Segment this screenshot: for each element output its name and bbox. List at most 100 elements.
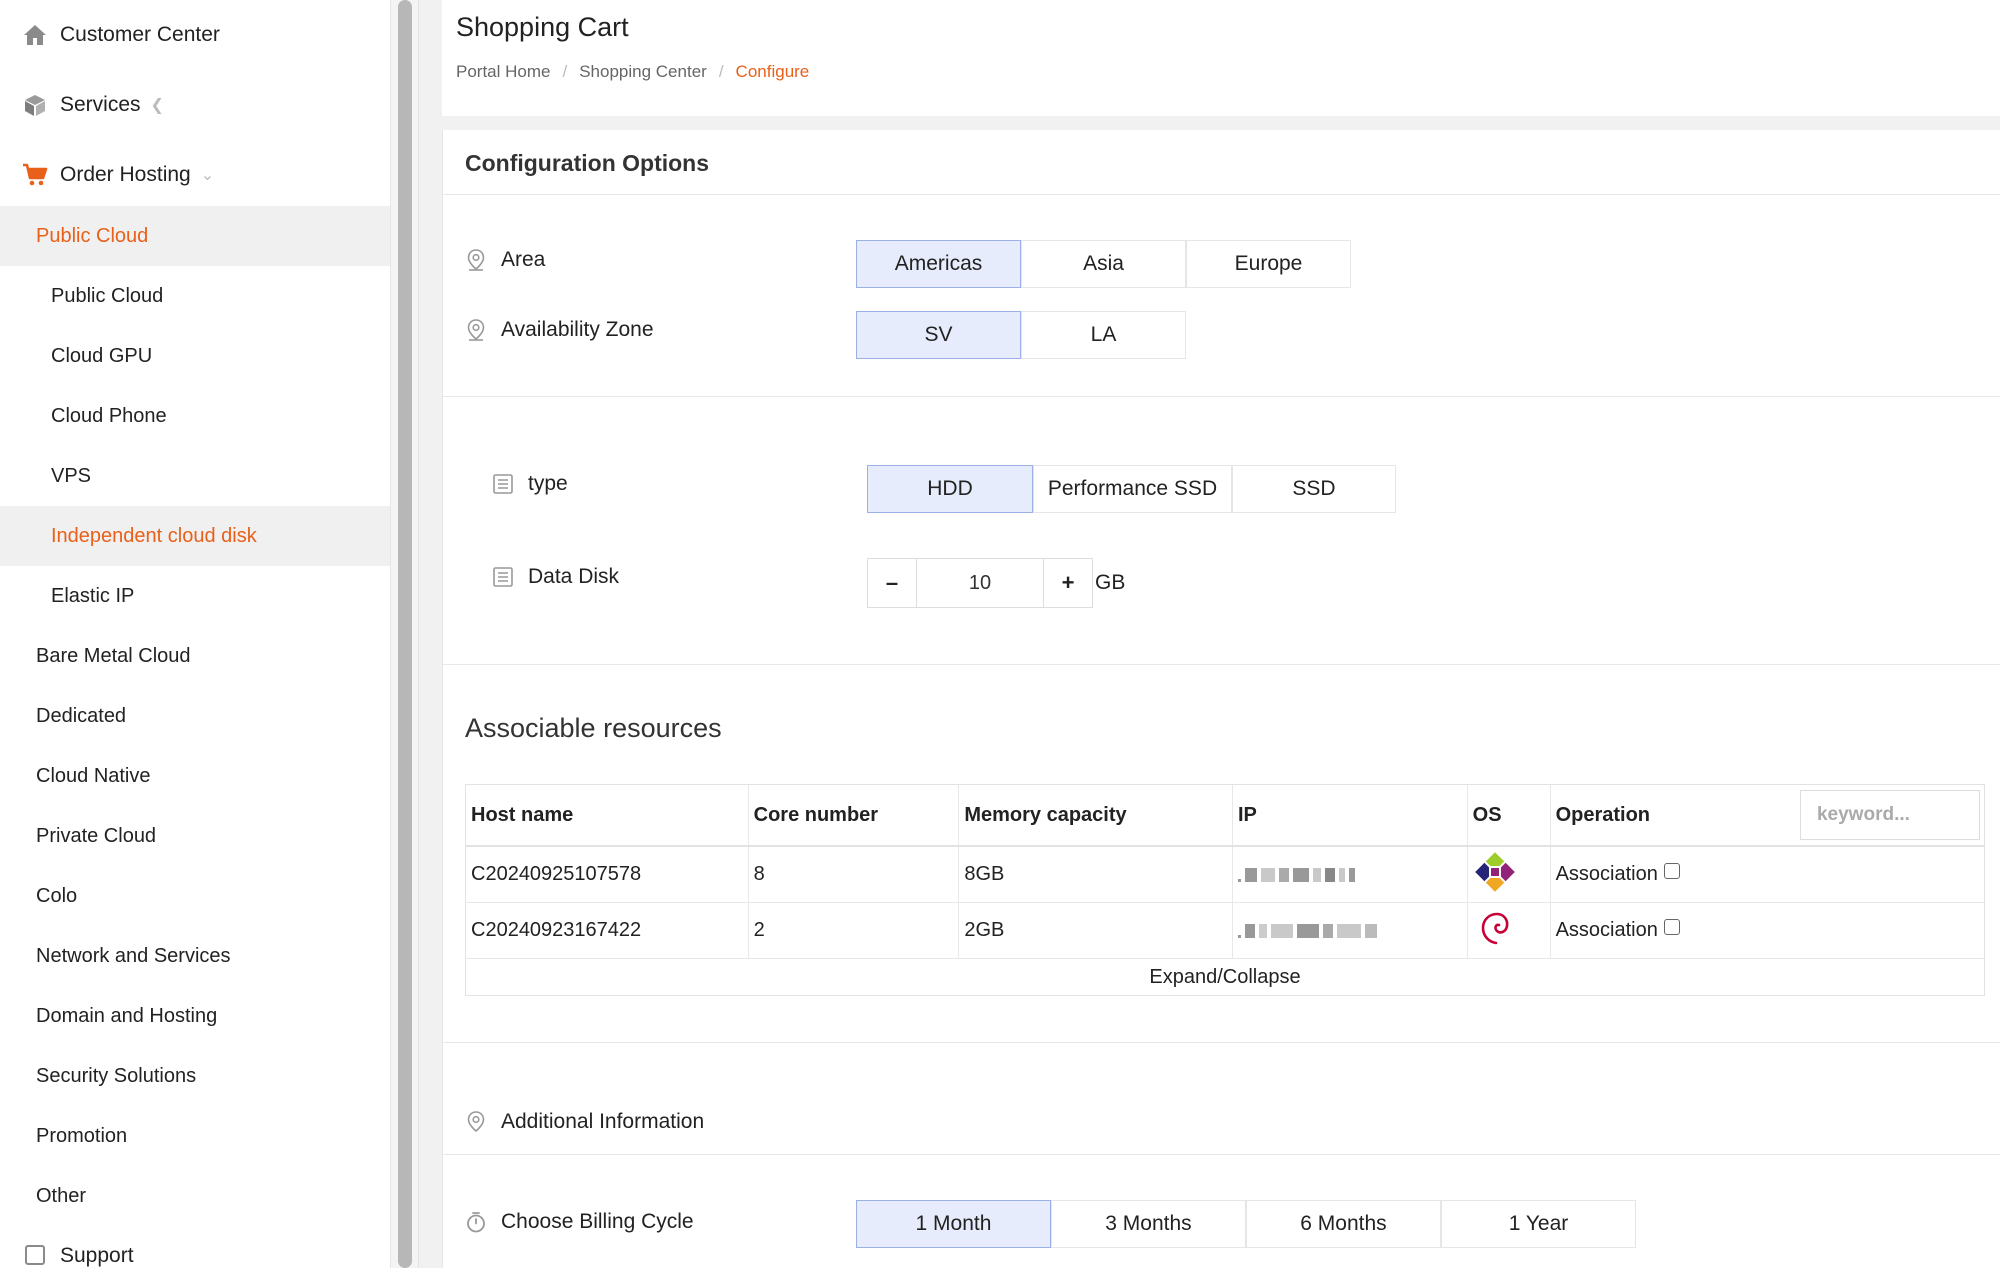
- increment-button[interactable]: +: [1043, 558, 1093, 608]
- breadcrumb-portal-home[interactable]: Portal Home: [456, 62, 550, 82]
- sidebar-item-cloud-native[interactable]: Cloud Native: [0, 746, 390, 806]
- sidebar-item-cloud-phone[interactable]: Cloud Phone: [0, 386, 390, 446]
- scrollbar-thumb[interactable]: [398, 0, 412, 1268]
- sidebar-item-support[interactable]: Support: [0, 1226, 390, 1268]
- type-label-text: type: [528, 472, 568, 495]
- location-pin-icon: [465, 249, 487, 271]
- operation-cell: Association: [1551, 903, 1984, 958]
- billing-option-6-months[interactable]: 6 Months: [1246, 1200, 1441, 1248]
- sidebar-item-private-cloud[interactable]: Private Cloud: [0, 806, 390, 866]
- configuration-card: Configuration Options Area Americas Asia…: [442, 130, 2000, 1268]
- sidebar-scrollbar[interactable]: [390, 0, 418, 1268]
- os-cell: [1468, 847, 1551, 902]
- cart-icon: [22, 162, 48, 188]
- section-title-configuration-options: Configuration Options: [465, 150, 710, 176]
- type-option-performance-ssd[interactable]: Performance SSD: [1033, 465, 1232, 513]
- type-option-hdd[interactable]: HDD: [867, 465, 1033, 513]
- billing-option-1-year[interactable]: 1 Year: [1441, 1200, 1636, 1248]
- availability-zone-label-text: Availability Zone: [501, 318, 654, 341]
- chevron-down-icon: ⌄: [200, 167, 215, 184]
- sidebar-item-other[interactable]: Other: [0, 1166, 390, 1226]
- keyword-search-input[interactable]: [1799, 790, 1980, 840]
- home-icon: [22, 22, 48, 48]
- data-disk-stepper: – 10 + GB: [867, 558, 1125, 608]
- column-header-memory-capacity: Memory capacity: [959, 785, 1233, 845]
- sidebar-item-label: Services: [60, 93, 141, 116]
- column-header-operation-label: Operation: [1555, 803, 1651, 826]
- page-header: Shopping Cart Portal Home / Shopping Cen…: [442, 0, 2000, 116]
- zone-option-sv[interactable]: SV: [856, 311, 1021, 359]
- cube-icon: [22, 92, 48, 118]
- sidebar-item-promotion[interactable]: Promotion: [0, 1106, 390, 1166]
- ip-cell-redacted: [1233, 903, 1468, 958]
- sidebar-item-bare-metal-cloud[interactable]: Bare Metal Cloud: [0, 626, 390, 686]
- breadcrumb: Portal Home / Shopping Center / Configur…: [456, 62, 809, 82]
- billing-option-3-months[interactable]: 3 Months: [1051, 1200, 1246, 1248]
- host-name-cell: C20240925107578: [466, 847, 749, 902]
- data-disk-input[interactable]: 10: [917, 558, 1043, 608]
- breadcrumb-separator: /: [562, 62, 568, 81]
- sidebar-item-independent-cloud-disk[interactable]: Independent cloud disk: [0, 506, 390, 566]
- sidebar-item-security-solutions[interactable]: Security Solutions: [0, 1046, 390, 1106]
- memory-cell: 8GB: [959, 847, 1233, 902]
- sidebar-item-dedicated[interactable]: Dedicated: [0, 686, 390, 746]
- list-icon: [492, 473, 514, 495]
- data-disk-unit: GB: [1095, 571, 1126, 594]
- additional-information-label: Additional Information: [465, 1110, 704, 1134]
- sidebar-item-network-and-services[interactable]: Network and Services: [0, 926, 390, 986]
- list-icon: [492, 566, 514, 588]
- breadcrumb-separator: /: [718, 62, 724, 81]
- host-name-cell: C20240923167422: [466, 903, 749, 958]
- association-label: Association: [1555, 863, 1658, 885]
- decrement-button[interactable]: –: [867, 558, 917, 608]
- chevron-left-icon: ❮: [150, 97, 164, 114]
- sidebar-item-customer-center[interactable]: Customer Center: [0, 0, 390, 70]
- location-pin-icon: [465, 1111, 487, 1133]
- core-number-cell: 8: [749, 847, 960, 902]
- sidebar-item-public-cloud-sub[interactable]: Public Cloud: [0, 266, 390, 326]
- table-header-row: Host name Core number Memory capacity IP…: [466, 785, 1984, 847]
- billing-option-1-month[interactable]: 1 Month: [856, 1200, 1051, 1248]
- divider: [443, 1154, 2000, 1155]
- column-header-os: OS: [1468, 785, 1551, 845]
- sidebar-item-cloud-gpu[interactable]: Cloud GPU: [0, 326, 390, 386]
- resources-table: Host name Core number Memory capacity IP…: [465, 784, 1985, 996]
- column-header-host-name: Host name: [466, 785, 749, 845]
- data-disk-label: Data Disk: [492, 565, 619, 589]
- sidebar-item-colo[interactable]: Colo: [0, 866, 390, 926]
- divider: [443, 1042, 2000, 1043]
- debian-logo-icon: [1473, 906, 1517, 956]
- data-disk-label-text: Data Disk: [528, 565, 620, 588]
- area-label: Area: [465, 248, 545, 272]
- ip-cell-redacted: [1233, 847, 1468, 902]
- divider: [443, 396, 2000, 397]
- sidebar-item-label: Order Hosting: [60, 163, 191, 186]
- association-checkbox[interactable]: [1663, 918, 1680, 935]
- area-option-americas[interactable]: Americas: [856, 240, 1021, 288]
- memory-cell: 2GB: [959, 903, 1233, 958]
- expand-collapse-button[interactable]: Expand/Collapse: [466, 959, 1984, 995]
- sidebar-item-order-hosting[interactable]: Order Hosting ⌄: [0, 140, 390, 210]
- association-checkbox[interactable]: [1663, 862, 1680, 879]
- area-option-asia[interactable]: Asia: [1021, 240, 1186, 288]
- divider: [443, 194, 2000, 195]
- area-option-europe[interactable]: Europe: [1186, 240, 1351, 288]
- area-label-text: Area: [501, 248, 546, 271]
- os-cell: [1468, 903, 1551, 958]
- sidebar-item-services[interactable]: Services ❮: [0, 70, 390, 140]
- page-title: Shopping Cart: [456, 12, 629, 42]
- sidebar-item-domain-and-hosting[interactable]: Domain and Hosting: [0, 986, 390, 1046]
- breadcrumb-shopping-center[interactable]: Shopping Center: [579, 62, 707, 82]
- core-number-cell: 2: [749, 903, 960, 958]
- column-header-core-number: Core number: [749, 785, 960, 845]
- content-divider: [418, 0, 442, 1268]
- sidebar-item-vps[interactable]: VPS: [0, 446, 390, 506]
- sidebar-item-elastic-ip[interactable]: Elastic IP: [0, 566, 390, 626]
- redacted-ip: [1237, 867, 1355, 882]
- sidebar-item-public-cloud[interactable]: Public Cloud: [0, 206, 390, 266]
- sidebar-item-label: Customer Center: [60, 23, 220, 46]
- type-option-ssd[interactable]: SSD: [1232, 465, 1396, 513]
- section-title-associable-resources: Associable resources: [465, 713, 722, 743]
- location-pin-icon: [465, 319, 487, 341]
- zone-option-la[interactable]: LA: [1021, 311, 1186, 359]
